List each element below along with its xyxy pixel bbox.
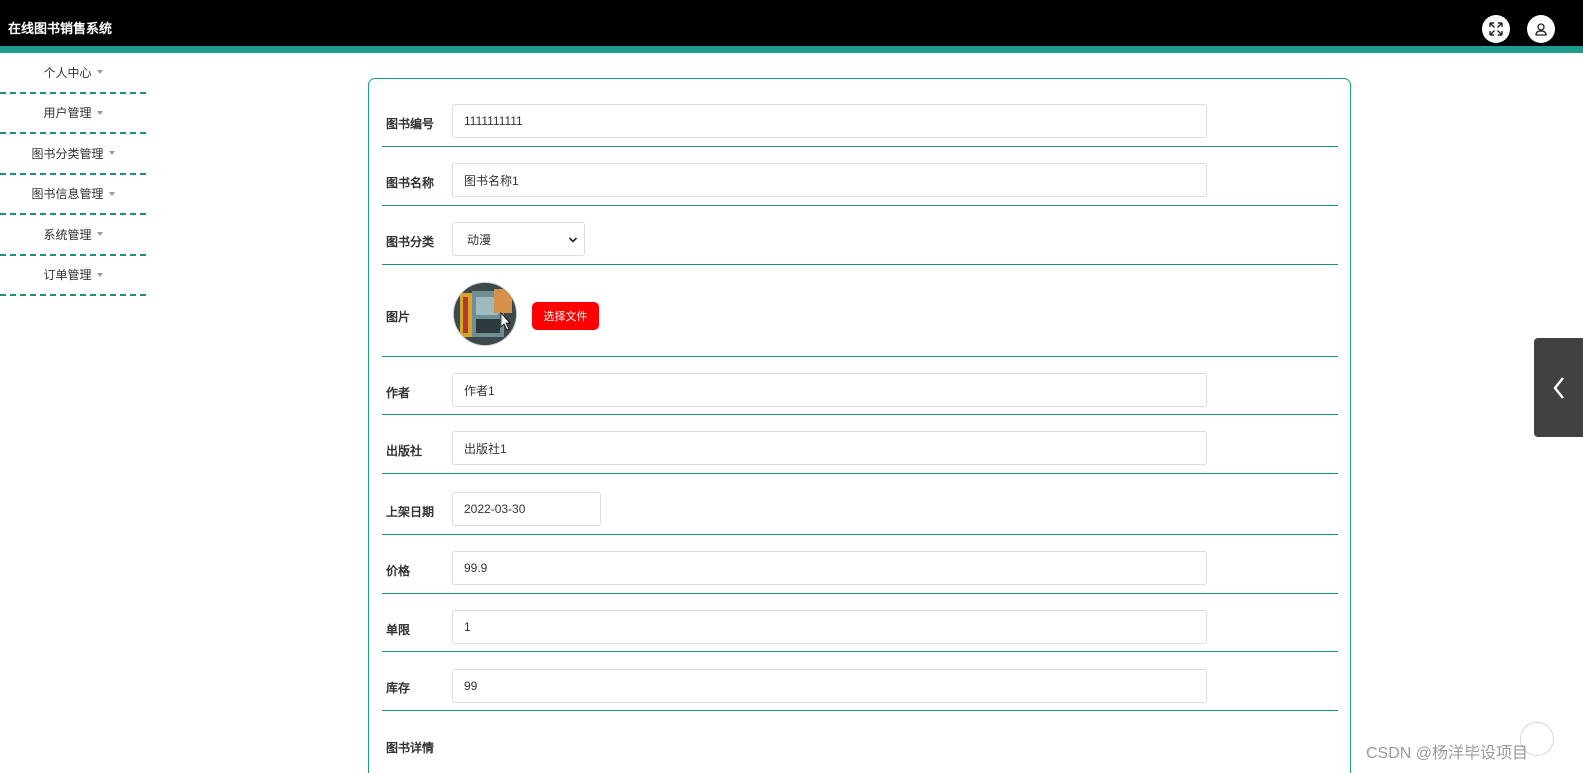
book-name-label: 图书名称 [386, 176, 435, 190]
watermark: CSDN @杨洋毕设项目 [1366, 745, 1529, 762]
form-row-limit: 单限 1 [382, 594, 1338, 652]
topbar-accent-strip [0, 46, 1583, 53]
user-icon [1535, 23, 1547, 36]
form-row-book-no: 图书编号 1111111111 [382, 79, 1338, 147]
book-no-input[interactable]: 1111111111 [452, 104, 1207, 138]
book-name-input[interactable]: 图书名称1 [452, 163, 1207, 197]
listing-date-label: 上架日期 [386, 505, 435, 519]
top-bar: 在线图书销售系统 [0, 0, 1583, 46]
price-label: 价格 [386, 564, 411, 578]
sidebar-item-user-management[interactable]: 用户管理 [0, 94, 146, 134]
form-row-publisher: 出版社 出版社1 [382, 415, 1338, 474]
publisher-input[interactable]: 出版社1 [452, 431, 1207, 465]
sidebar-item-label: 图书信息管理 [31, 187, 104, 202]
caret-down-icon [96, 232, 103, 237]
publisher-label: 出版社 [386, 444, 423, 458]
form-row-category: 图书分类 动漫 [382, 206, 1338, 265]
stock-label: 库存 [386, 681, 411, 695]
form-row-book-name: 图书名称 图书名称1 [382, 147, 1338, 206]
form-row-image: 图片 选择文件 [382, 265, 1338, 357]
fullscreen-icon [1489, 22, 1503, 36]
chevron-left-icon [1553, 377, 1564, 399]
category-select-value: 动漫 [467, 232, 492, 247]
book-cover-image [454, 283, 516, 345]
category-select[interactable]: 动漫 [452, 222, 585, 256]
sidebar-item-label: 订单管理 [43, 268, 92, 283]
sidebar-item-category-management[interactable]: 图书分类管理 [0, 134, 146, 175]
category-label: 图书分类 [386, 235, 435, 249]
limit-input[interactable]: 1 [452, 610, 1207, 644]
sidebar-item-book-info-management[interactable]: 图书信息管理 [0, 175, 146, 215]
price-input[interactable]: 99.9 [452, 551, 1207, 585]
stock-input[interactable]: 99 [452, 669, 1207, 703]
book-form: 图书编号 1111111111 图书名称 图书名称1 图书分类 动漫 图片 选择… [368, 78, 1351, 773]
user-button[interactable] [1527, 15, 1555, 43]
form-row-stock: 库存 99 [382, 652, 1338, 711]
caret-down-icon [108, 151, 115, 156]
author-label: 作者 [386, 386, 411, 400]
author-input[interactable]: 作者1 [452, 373, 1207, 407]
sidebar-item-personal-center[interactable]: 个人中心 [0, 53, 146, 94]
sidebar-item-label: 用户管理 [43, 106, 92, 121]
chevron-down-icon [568, 237, 578, 243]
form-row-listing-date: 上架日期 2022-03-30 [382, 474, 1338, 535]
listing-date-input[interactable]: 2022-03-30 [452, 492, 601, 526]
app-title: 在线图书销售系统 [8, 21, 113, 36]
limit-label: 单限 [386, 623, 411, 637]
caret-down-icon [96, 70, 103, 75]
form-row-details: 图书详情 [382, 711, 1338, 773]
sidebar: 个人中心 用户管理 图书分类管理 图书信息管理 系统管理 订单管理 [0, 53, 146, 296]
sidebar-item-label: 图书分类管理 [31, 146, 104, 161]
side-panel-toggle[interactable] [1534, 338, 1583, 437]
sidebar-item-order-management[interactable]: 订单管理 [0, 256, 146, 296]
caret-down-icon [96, 272, 103, 277]
sidebar-item-system-management[interactable]: 系统管理 [0, 215, 146, 256]
sidebar-item-label: 系统管理 [43, 227, 92, 242]
sidebar-item-label: 个人中心 [43, 65, 92, 80]
form-row-author: 作者 作者1 [382, 357, 1338, 415]
caret-down-icon [108, 191, 115, 196]
details-label: 图书详情 [386, 741, 435, 755]
book-no-label: 图书编号 [386, 117, 435, 131]
choose-file-button[interactable]: 选择文件 [532, 302, 599, 330]
image-label: 图片 [386, 310, 411, 324]
form-row-price: 价格 99.9 [382, 535, 1338, 594]
fullscreen-button[interactable] [1482, 15, 1510, 43]
book-cover-thumbnail [453, 282, 517, 346]
caret-down-icon [96, 110, 103, 115]
